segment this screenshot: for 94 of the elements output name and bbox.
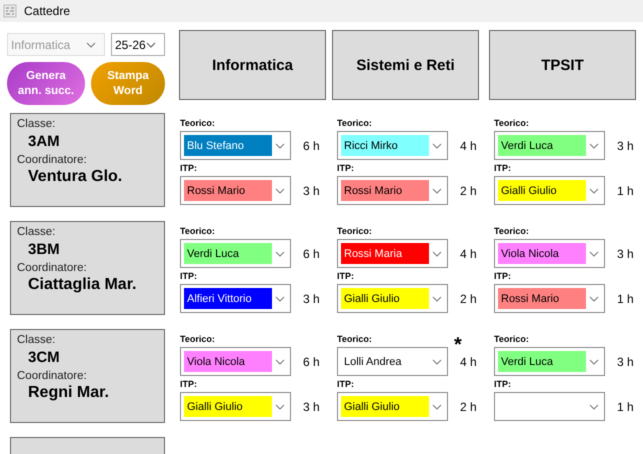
class-label: Classe: — [17, 226, 56, 238]
hours-text: 1 h — [617, 400, 634, 414]
role-label: Teorico: — [180, 334, 215, 346]
hours-text: 1 h — [617, 292, 634, 306]
chevron-down-icon — [589, 250, 599, 256]
class-name: 3CM — [27, 348, 61, 368]
hours-text: 6 h — [303, 246, 320, 260]
hours-text: 2 h — [460, 400, 477, 414]
hours-text: 3 h — [617, 246, 634, 260]
chevron-down-icon — [275, 188, 285, 194]
subject-header-button[interactable]: TPSIT — [489, 30, 636, 100]
teacher-select[interactable]: Blu Stefano — [180, 131, 291, 160]
coordinator-name: Ventura Glo. — [27, 167, 124, 186]
coordinator-name: Regni Mar. — [27, 383, 110, 402]
role-label: ITP: — [337, 163, 354, 175]
hours-text: 3 h — [617, 138, 634, 152]
subject-header-button[interactable]: Informatica — [179, 30, 326, 100]
role-label: ITP: — [180, 379, 197, 391]
class-label: Classe: — [17, 334, 56, 346]
role-label: Teorico: — [180, 118, 215, 130]
hours-text: 3 h — [303, 400, 320, 414]
app-icon — [3, 4, 17, 18]
hours-text: 2 h — [460, 292, 477, 306]
teacher-select[interactable]: Verdi Luca — [180, 239, 291, 268]
teacher-select[interactable]: Rossi Mario — [337, 176, 448, 205]
hours-text: 3 h — [303, 292, 320, 306]
chevron-down-icon — [275, 142, 285, 148]
coordinator-label: Coordinatore: — [17, 154, 88, 166]
teacher-select[interactable]: Gialli Giulio — [337, 284, 448, 313]
chevron-down-icon — [432, 188, 442, 194]
chevron-down-icon — [589, 358, 599, 364]
role-label: Teorico: — [494, 226, 529, 238]
chevron-down-icon — [432, 142, 442, 148]
teacher-select[interactable]: Ricci Mirko — [337, 131, 448, 160]
chevron-down-icon — [589, 296, 599, 302]
coordinator-label: Coordinatore: — [17, 370, 88, 382]
teacher-select[interactable]: Rossi Maria — [337, 239, 448, 268]
role-label: Teorico: — [337, 226, 372, 238]
teacher-select[interactable]: Viola Nicola — [494, 239, 605, 268]
role-label: ITP: — [494, 163, 511, 175]
class-label: Classe: — [17, 118, 56, 130]
chevron-down-icon — [589, 142, 599, 148]
teacher-select[interactable] — [494, 392, 605, 421]
role-label: ITP: — [494, 379, 511, 391]
teacher-select[interactable]: Rossi Mario — [180, 176, 291, 205]
teacher-select[interactable]: Lolli Andrea — [337, 347, 448, 376]
hours-text: 3 h — [617, 354, 634, 368]
hours-text: 1 h — [617, 184, 634, 198]
role-label: ITP: — [337, 271, 354, 283]
teacher-select[interactable]: Gialli Giulio — [180, 392, 291, 421]
hours-text: 3 h — [303, 184, 320, 198]
class-name: 3BM — [27, 240, 61, 260]
role-label: ITP: — [180, 163, 197, 175]
teacher-select[interactable]: Rossi Mario — [494, 284, 605, 313]
note-mark: * — [454, 335, 462, 355]
chevron-down-icon — [275, 250, 285, 256]
chevron-down-icon — [146, 42, 156, 48]
role-label: ITP: — [494, 271, 511, 283]
teacher-select[interactable]: Verdi Luca — [494, 347, 605, 376]
hours-text: 2 h — [460, 184, 477, 198]
teacher-select[interactable]: Gialli Giulio — [337, 392, 448, 421]
teacher-select[interactable]: Verdi Luca — [494, 131, 605, 160]
chevron-down-icon — [275, 358, 285, 364]
role-label: Teorico: — [337, 334, 372, 346]
chevron-down-icon — [432, 296, 442, 302]
chevron-down-icon — [432, 250, 442, 256]
hours-text: 4 h — [460, 246, 477, 260]
chevron-down-icon — [275, 296, 285, 302]
chevron-down-icon — [589, 404, 599, 410]
role-label: ITP: — [180, 271, 197, 283]
teacher-select[interactable]: Gialli Giulio — [494, 176, 605, 205]
role-label: Teorico: — [337, 118, 372, 130]
hours-text: 6 h — [303, 354, 320, 368]
class-name: 3AM — [27, 132, 61, 152]
chevron-down-icon — [275, 404, 285, 410]
hours-text: 6 h — [303, 138, 320, 152]
year-select[interactable]: 25-26 — [111, 33, 165, 56]
role-label: Teorico: — [494, 118, 529, 130]
hours-text: 4 h — [460, 354, 477, 368]
teacher-select[interactable]: Viola Nicola — [180, 347, 291, 376]
hours-text: 4 h — [460, 138, 477, 152]
window-title: Cattedre — [24, 4, 70, 18]
teacher-select[interactable]: Alfieri Vittorio — [180, 284, 291, 313]
chevron-down-icon — [432, 358, 442, 364]
role-label: ITP: — [337, 379, 354, 391]
role-label: Teorico: — [494, 334, 529, 346]
coordinator-name: Ciattaglia Mar. — [27, 275, 138, 294]
subject-header-button[interactable]: Sistemi e Reti — [332, 30, 479, 100]
coordinator-label: Coordinatore: — [17, 262, 88, 274]
chevron-down-icon — [86, 42, 96, 48]
generate-button[interactable]: Genera ann. succ. — [7, 62, 85, 105]
chevron-down-icon — [432, 404, 442, 410]
role-label: Teorico: — [180, 226, 215, 238]
chevron-down-icon — [589, 188, 599, 194]
